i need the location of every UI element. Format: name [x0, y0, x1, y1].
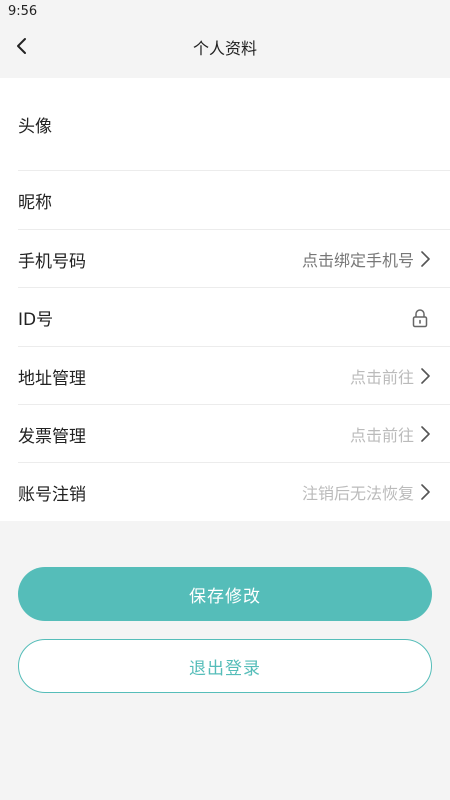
row-right-invoice: 点击前往 — [350, 422, 432, 446]
chevron-right-icon — [418, 249, 432, 269]
logout-button[interactable]: 退出登录 — [18, 639, 432, 693]
row-label-id: ID号 — [18, 310, 54, 330]
row-phone[interactable]: 手机号码 点击绑定手机号 — [0, 230, 450, 288]
row-right-delete-account: 注销后无法恢复 — [302, 480, 432, 504]
row-address[interactable]: 地址管理 点击前往 — [0, 347, 450, 405]
row-label-delete-account: 账号注销 — [18, 484, 86, 505]
row-value-delete-account: 注销后无法恢复 — [301, 484, 414, 503]
row-value-address: 点击前往 — [349, 368, 414, 387]
nav-bar: 个人资料 — [0, 24, 450, 68]
save-button[interactable]: 保存修改 — [18, 567, 432, 621]
row-label-nickname: 昵称 — [18, 193, 52, 213]
row-invoice[interactable]: 发票管理 点击前往 — [0, 405, 450, 463]
row-avatar[interactable]: 头像 — [0, 78, 450, 171]
row-right-id — [410, 308, 432, 328]
row-value-phone: 点击绑定手机号 — [301, 251, 414, 270]
status-time: 9:56 — [8, 4, 38, 19]
row-delete-account[interactable]: 账号注销 注销后无法恢复 — [0, 463, 450, 521]
row-right-phone: 点击绑定手机号 — [302, 247, 432, 271]
lock-icon — [410, 308, 430, 328]
row-label-phone: 手机号码 — [18, 251, 86, 272]
row-label-invoice: 发票管理 — [18, 426, 86, 447]
chevron-right-icon — [418, 424, 432, 444]
chevron-right-icon — [418, 482, 432, 502]
row-nickname[interactable]: 昵称 — [0, 171, 450, 230]
row-id: ID号 — [0, 288, 450, 347]
row-label-avatar: 头像 — [18, 117, 52, 137]
row-value-invoice: 点击前往 — [349, 426, 414, 445]
page-title: 个人资料 — [192, 39, 257, 58]
row-right-address: 点击前往 — [350, 364, 432, 388]
chevron-right-icon — [418, 366, 432, 386]
row-label-address: 地址管理 — [18, 368, 86, 389]
status-bar: 9:56 — [0, 0, 450, 24]
